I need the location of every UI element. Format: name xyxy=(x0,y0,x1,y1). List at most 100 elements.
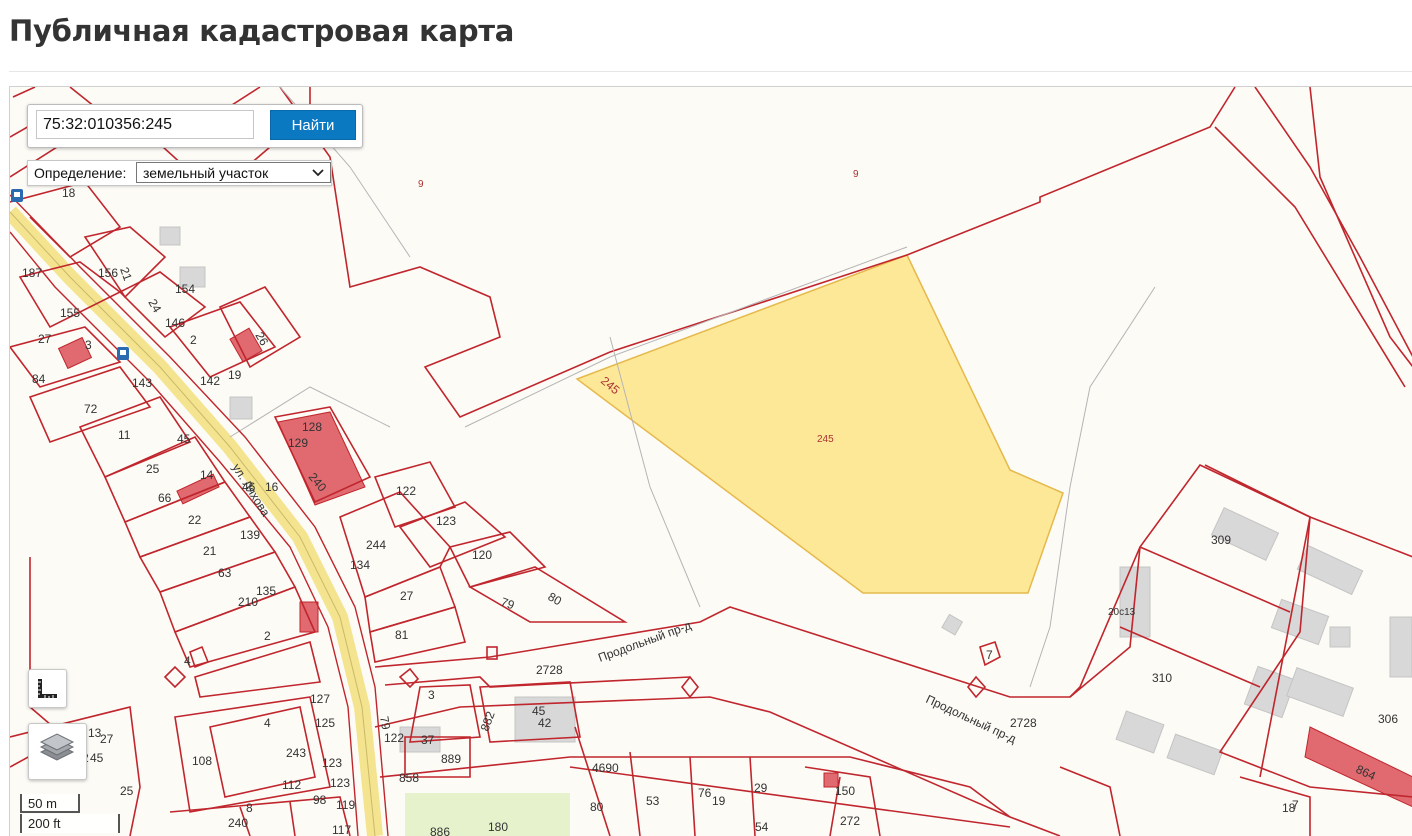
map-label: 76 xyxy=(698,786,712,800)
building xyxy=(1115,710,1165,754)
building xyxy=(229,396,253,420)
map-label: 3 xyxy=(85,338,92,352)
map-label: 22 xyxy=(188,513,202,527)
map-label: 306 xyxy=(1378,712,1398,726)
map-label: 150 xyxy=(835,784,855,798)
map-scale-bar: 50 m 200 ft xyxy=(20,792,130,836)
map-label: 123 xyxy=(322,756,342,770)
map-label: 119 xyxy=(336,798,355,812)
map-label: 9 xyxy=(853,169,859,180)
map-label: 155 xyxy=(60,306,80,320)
map-label: 9 xyxy=(418,179,424,190)
map-label: 4690 xyxy=(592,761,619,775)
map-label: 154 xyxy=(175,282,195,296)
map-label: 66 xyxy=(158,491,172,505)
street-label-prodolny-1: Продольный пр-д xyxy=(596,618,693,665)
map-label: 309 xyxy=(1211,533,1231,547)
map-label: 19 xyxy=(228,368,242,382)
map-label: 2 xyxy=(264,629,271,643)
building xyxy=(1270,598,1330,646)
map-label: 139 xyxy=(240,528,260,542)
map-label: 37 xyxy=(421,733,435,747)
map-label: 27 xyxy=(38,332,52,346)
map-label: 122 xyxy=(384,731,404,745)
map-label: 120 xyxy=(472,548,492,562)
map-label: 129 xyxy=(288,436,308,450)
map-label: 21 xyxy=(117,265,135,283)
ruler-icon xyxy=(38,679,57,698)
search-button[interactable]: Найти xyxy=(270,110,356,140)
map-label: 27 xyxy=(100,732,114,746)
map-label: 156 xyxy=(98,266,118,280)
map-label: 19 xyxy=(712,794,726,808)
map-label: 8 xyxy=(246,801,253,815)
map-label: 24 xyxy=(145,297,164,316)
map-label: 72 xyxy=(84,402,98,416)
layers-icon xyxy=(39,733,75,761)
map-label: 45 xyxy=(532,704,546,718)
map-label: 45 xyxy=(177,432,191,446)
map-label: 123 xyxy=(436,514,456,528)
selected-parcel-245[interactable] xyxy=(575,254,1064,594)
map-label: 54 xyxy=(755,820,769,834)
map-label: 122 xyxy=(396,484,416,498)
cadastral-map-canvas[interactable]: ул. Ляхова Продольный пр-д Продольный пр… xyxy=(10,87,1412,836)
map-label: 79 xyxy=(499,595,517,613)
building xyxy=(1286,667,1354,717)
map-label: 25 xyxy=(146,462,160,476)
building xyxy=(1329,626,1351,648)
search-panel: Найти xyxy=(27,104,363,148)
layers-button[interactable] xyxy=(28,723,87,780)
map-label: 244 xyxy=(366,538,386,552)
map-label: 4 xyxy=(264,716,271,730)
object-type-selected-value: земельный участок xyxy=(143,165,269,181)
map-label: 142 xyxy=(200,374,220,388)
measure-tool-button[interactable] xyxy=(28,669,67,708)
map-label: 2728 xyxy=(1010,716,1037,730)
scale-metric: 50 m xyxy=(20,794,80,813)
definition-panel: Определение: земельный участок xyxy=(27,160,332,186)
map-label: 123 xyxy=(330,776,350,790)
map-label: 16 xyxy=(265,480,279,494)
map-label: 3 xyxy=(428,688,435,702)
map-label: 135 xyxy=(256,584,276,598)
definition-label: Определение: xyxy=(34,165,127,181)
map-label: 134 xyxy=(350,558,370,572)
map-label: 21 xyxy=(203,544,217,558)
map-label: 117 xyxy=(332,823,351,836)
map-label: 108 xyxy=(192,754,212,768)
map-view[interactable]: ул. Ляхова Продольный пр-д Продольный пр… xyxy=(9,86,1412,836)
map-label: 210 xyxy=(238,595,258,609)
map-label: 81 xyxy=(395,628,409,642)
map-label: 45 xyxy=(90,751,104,765)
bus-stop-icon[interactable] xyxy=(11,189,23,202)
map-label: 127 xyxy=(310,692,330,706)
map-label: 143 xyxy=(132,376,152,390)
cadastral-number-search-input[interactable] xyxy=(36,110,254,139)
building xyxy=(941,613,964,636)
scale-imperial: 200 ft xyxy=(20,814,120,833)
map-label: 4 xyxy=(184,654,191,668)
chevron-down-icon xyxy=(312,169,324,177)
map-label: 7 xyxy=(1292,798,1299,812)
map-label: 20с13 xyxy=(1108,607,1136,618)
map-label: 46 xyxy=(242,480,256,494)
map-label: 80 xyxy=(590,800,604,814)
map-label: 14 xyxy=(200,468,214,482)
map-label: 310 xyxy=(1152,671,1172,685)
building xyxy=(1389,616,1412,678)
building xyxy=(1166,733,1224,776)
object-type-select[interactable]: земельный участок xyxy=(136,162,331,183)
map-label: 29 xyxy=(754,781,768,795)
bus-stop-icon[interactable] xyxy=(117,347,129,360)
map-label: 243 xyxy=(286,746,306,760)
building xyxy=(159,226,181,246)
map-label: 2 xyxy=(190,333,197,347)
map-label: 80 xyxy=(546,589,565,608)
map-label: 98 xyxy=(313,793,327,807)
street-label-prodolny-2: Продольный пр-д xyxy=(924,692,1019,746)
map-label: 2728 xyxy=(536,663,563,677)
map-label: 125 xyxy=(315,716,335,730)
map-label: 27 xyxy=(400,589,414,603)
map-label: 187 xyxy=(22,266,42,280)
